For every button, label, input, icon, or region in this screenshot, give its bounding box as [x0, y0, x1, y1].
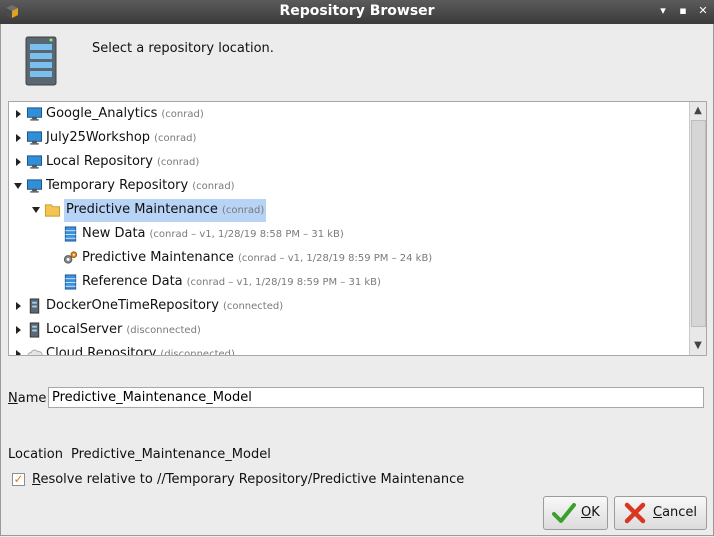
tree-row[interactable]: Local Repository (conrad) [9, 151, 689, 173]
tree-item-label[interactable]: Predictive Maintenance (conrad) [64, 199, 267, 222]
window-title: Repository Browser [279, 3, 435, 19]
expand-arrow-right-icon[interactable] [13, 103, 23, 125]
expand-arrow-right-icon[interactable] [13, 343, 23, 356]
monitor-icon [26, 131, 43, 145]
tree-item-name: Temporary Repository [46, 178, 189, 193]
location-label: Location [8, 447, 63, 462]
tree-item-label[interactable]: Cloud Repository (disconnected) [46, 343, 235, 356]
monitor-icon [26, 155, 43, 169]
tree-item-meta: (disconnected) [126, 325, 201, 336]
gears-icon [63, 251, 78, 264]
tree-scrollbar[interactable]: ▲ ▼ [689, 102, 706, 355]
expand-arrow-down-icon[interactable] [13, 175, 23, 197]
ok-label: OK [581, 505, 600, 520]
tree-row[interactable]: Cloud Repository (disconnected) [9, 343, 689, 356]
tree-item-name: DockerOneTimeRepository [46, 298, 219, 313]
cancel-label: Cancel [653, 505, 698, 520]
tree-row[interactable]: Reference Data (conrad – v1, 1/28/19 8:59… [9, 271, 689, 293]
minimize-icon[interactable]: ▾ [656, 4, 670, 18]
tree-item-meta: (conrad) [156, 157, 200, 168]
tree-item-name: Cloud Repository [46, 346, 157, 356]
tree-item-label[interactable]: Local Repository (conrad) [46, 151, 199, 174]
location-row: Location Predictive_Maintenance_Model [8, 447, 271, 462]
repository-server-icon [25, 36, 57, 86]
tree-item-meta: (conrad) [221, 205, 265, 216]
tree-item-label[interactable]: Reference Data (conrad – v1, 1/28/19 8:59… [82, 271, 381, 294]
tree-item-meta: (conrad) [154, 133, 197, 144]
tree-row[interactable]: Temporary Repository (conrad) [9, 175, 689, 197]
tree-item-meta: (conrad – v1, 1/28/19 8:58 PM – 31 kB) [149, 229, 344, 240]
tree-row[interactable]: Predictive Maintenance (conrad) [9, 199, 689, 222]
tree-item-name: Local Repository [46, 154, 153, 169]
expand-arrow-right-icon[interactable] [13, 319, 23, 341]
data-table-icon [64, 274, 77, 290]
tree-item-label[interactable]: Google_Analytics (conrad) [46, 103, 204, 126]
cloud-icon [27, 349, 43, 355]
tree-item-label[interactable]: DockerOneTimeRepository (connected) [46, 295, 283, 318]
tree-item-meta: (conrad – v1, 1/28/19 8:59 PM – 31 kB) [186, 277, 381, 288]
checkmark-icon [552, 503, 576, 523]
tree-item-meta: (disconnected) [160, 349, 235, 356]
resolve-relative-checkbox[interactable]: ✓ [12, 473, 25, 486]
close-icon[interactable]: ✕ [696, 4, 710, 18]
tree-item-meta: (conrad) [192, 181, 235, 192]
ok-button[interactable]: OK [543, 496, 608, 530]
monitor-icon [26, 179, 43, 193]
name-input[interactable] [48, 387, 704, 408]
tree-row[interactable]: Predictive Maintenance (conrad – v1, 1/28… [9, 247, 689, 269]
expand-arrow-down-icon[interactable] [31, 199, 41, 221]
name-label: Name [8, 391, 47, 406]
tree-item-name: Predictive Maintenance [66, 202, 218, 217]
tree-item-label[interactable]: LocalServer (disconnected) [46, 319, 201, 342]
cancel-x-icon [624, 502, 646, 524]
repository-tree[interactable]: Google_Analytics (conrad) July25Workshop (c… [8, 101, 707, 356]
data-table-icon [64, 226, 77, 242]
tree-item-name: LocalServer [46, 322, 123, 337]
location-value: Predictive_Maintenance_Model [70, 447, 271, 462]
cancel-button[interactable]: Cancel [614, 496, 707, 530]
header-instruction: Select a repository location. [92, 41, 274, 56]
tree-row[interactable]: DockerOneTimeRepository (connected) [9, 295, 689, 317]
tree-item-meta: (conrad – v1, 1/28/19 8:59 PM – 24 kB) [237, 253, 433, 264]
tree-row[interactable]: LocalServer (disconnected) [9, 319, 689, 341]
tree-item-label[interactable]: Predictive Maintenance (conrad – v1, 1/28… [82, 247, 432, 270]
server-icon [29, 322, 40, 338]
tree-row[interactable]: New Data (conrad – v1, 1/28/19 8:58 PM – … [9, 223, 689, 245]
expand-arrow-right-icon[interactable] [13, 127, 23, 149]
tree-item-label[interactable]: Temporary Repository (conrad) [46, 175, 235, 198]
tree-item-meta: (connected) [222, 301, 284, 312]
folder-icon [44, 204, 61, 217]
tree-item-label[interactable]: New Data (conrad – v1, 1/28/19 8:58 PM – … [82, 223, 344, 246]
expand-arrow-right-icon[interactable] [13, 151, 23, 173]
scrollbar-thumb[interactable] [691, 120, 706, 327]
tree-row[interactable]: July25Workshop (conrad) [9, 127, 689, 149]
tree-item-label[interactable]: July25Workshop (conrad) [46, 127, 196, 150]
tree-item-meta: (conrad) [161, 109, 204, 120]
tree-item-name: Google_Analytics [46, 106, 158, 121]
server-icon [29, 298, 40, 314]
scroll-down-icon[interactable]: ▼ [690, 338, 706, 354]
tree-item-name: July25Workshop [46, 130, 151, 145]
tree-row[interactable]: Google_Analytics (conrad) [9, 103, 689, 125]
tree-item-name: New Data [82, 226, 146, 241]
monitor-icon [26, 107, 43, 121]
maximize-icon[interactable]: ▪ [676, 4, 690, 18]
tree-item-name: Predictive Maintenance [82, 250, 234, 265]
tree-item-name: Reference Data [82, 274, 183, 289]
scroll-up-icon[interactable]: ▲ [690, 103, 706, 119]
resolve-relative-label[interactable]: Resolve relative to //Temporary Reposito… [32, 472, 464, 487]
expand-arrow-right-icon[interactable] [13, 295, 23, 317]
title-bar: Repository Browser ▾ ▪ ✕ [0, 0, 714, 24]
